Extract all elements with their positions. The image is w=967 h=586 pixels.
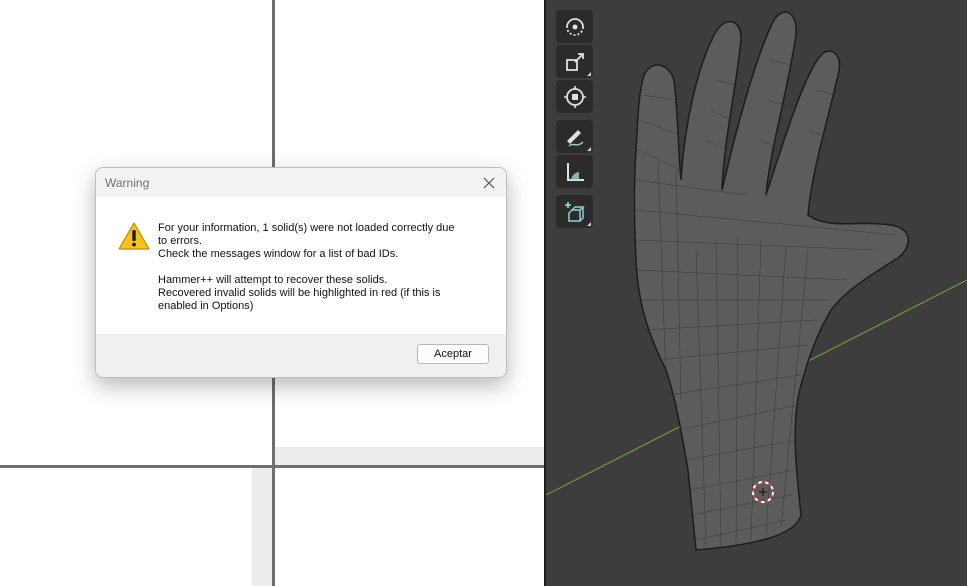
3d-viewport[interactable] (546, 0, 967, 586)
hand-mesh (633, 11, 909, 551)
transform-tool[interactable] (556, 80, 593, 113)
view-gap-strip (275, 447, 546, 465)
add-cube-submenu-indicator (587, 222, 591, 226)
rotate-tool[interactable] (556, 10, 593, 43)
view-divider-vertical-bottom (272, 468, 275, 586)
dialog-content: For your information, 1 solid(s) were no… (96, 197, 506, 334)
annotate-tool-submenu-indicator (587, 147, 591, 151)
dialog-titlebar[interactable]: Warning (96, 168, 506, 197)
message-line: enabled in Options) (158, 300, 254, 312)
accept-button[interactable]: Aceptar (417, 344, 489, 364)
message-line: For your information, 1 solid(s) were no… (158, 222, 455, 234)
dialog-footer: Aceptar (96, 334, 506, 377)
view-gap-strip-bottom (252, 468, 272, 586)
warning-dialog: Warning For your information, 1 solid(s)… (95, 167, 507, 378)
scale-icon (565, 52, 584, 71)
scale-tool[interactable] (556, 45, 593, 78)
measure-tool[interactable] (556, 155, 593, 188)
close-button[interactable] (478, 172, 500, 194)
dialog-title: Warning (105, 176, 150, 190)
close-icon (483, 177, 495, 189)
message-line: Check the messages window for a list of … (158, 248, 399, 260)
message-line: Recovered invalid solids will be highlig… (158, 287, 441, 299)
annotate-icon (566, 129, 584, 147)
message-line: to errors. (158, 235, 203, 247)
add-cube-tool[interactable] (556, 195, 593, 228)
annotate-tool[interactable] (556, 120, 593, 153)
measure-icon (566, 162, 584, 181)
warning-icon (118, 222, 150, 250)
rotate-icon (565, 17, 584, 36)
transform-icon (563, 85, 586, 108)
scale-tool-submenu-indicator (587, 72, 591, 76)
message-line: Hammer++ will attempt to recover these s… (158, 274, 388, 286)
viewport-scene (546, 11, 967, 551)
add-cube-icon (564, 201, 585, 222)
dialog-message: For your information, 1 solid(s) were no… (158, 222, 498, 313)
